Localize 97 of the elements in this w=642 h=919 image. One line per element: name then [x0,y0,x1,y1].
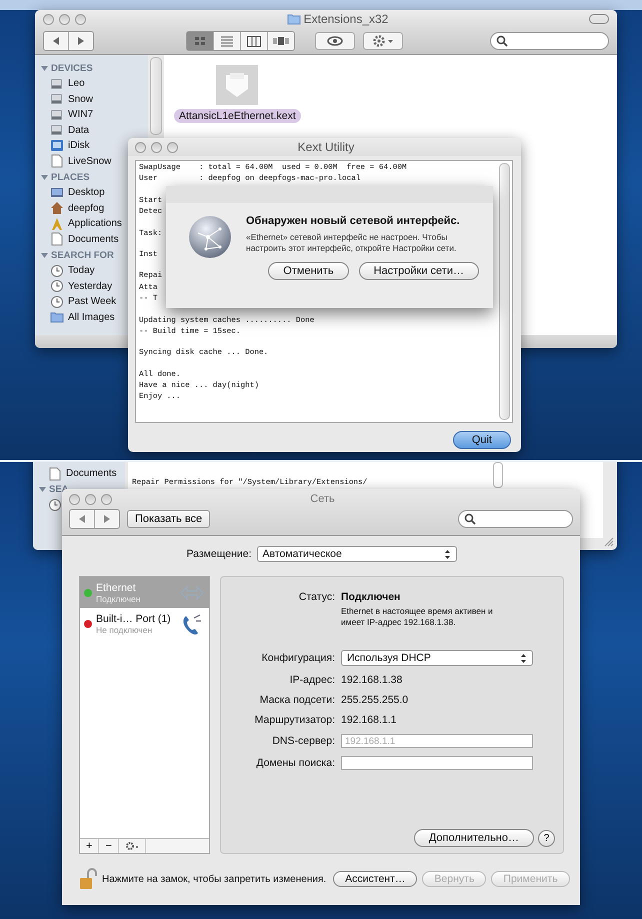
search-field[interactable] [458,510,573,528]
field-value: 192.168.1.1 [341,714,398,726]
sidebar-item[interactable]: Documents [48,466,117,482]
sidebar-item[interactable]: Snow [50,92,94,107]
location-label: Размещение: [186,548,252,560]
status-value: Подключен [341,591,402,603]
sidebar-heading: PLACES [51,172,90,182]
field-label: DNS-сервер: [271,735,335,747]
house-icon [50,201,64,216]
search-field[interactable] [490,32,609,50]
file-name[interactable]: AttansicL1eEthernet.kext [174,109,301,123]
configuration-popup[interactable]: Используя DHCP [341,650,533,666]
sidebar-item[interactable]: WIN7 [50,107,93,122]
disclosure-triangle-icon[interactable] [41,252,48,258]
sidebar-item[interactable]: Desktop [50,185,105,200]
field-label: IP-адрес: [288,674,335,686]
minimize-button[interactable] [151,142,162,152]
clock-icon [50,264,64,278]
zoom-button[interactable] [75,14,86,24]
zoom-button[interactable] [101,494,112,504]
show-all-button[interactable]: Показать все [127,510,210,528]
quit-button[interactable]: Quit [452,431,511,449]
sidebar-item[interactable]: Yesterday [50,278,112,294]
close-button[interactable] [69,494,80,504]
service-item[interactable]: Built-i… Port (1) Не подключен [80,608,209,639]
list-button[interactable]: + [80,839,100,853]
window-title: Сеть [309,493,336,505]
clock-icon [50,294,64,309]
sidebar-heading: DEVICES [51,62,93,74]
sidebar-heading: SEARCH FOR [51,250,114,260]
padlock-icon[interactable] [79,868,97,890]
globe-icon [188,215,232,259]
disclosure-triangle-icon[interactable] [39,486,46,493]
gear-icon[interactable] [363,32,403,50]
alert-button[interactable]: Отменить [268,262,349,280]
disclosure-triangle-icon[interactable] [41,174,48,180]
field-label: Маршрутизатор: [254,714,335,726]
clock-icon [50,279,64,294]
field-value: 192.168.1.38 [341,674,404,686]
document-icon [48,466,62,481]
disclosure-triangle-icon[interactable] [41,64,48,72]
stepper-arrows-icon [444,548,451,560]
lock-note: Нажмите на замок, чтобы запретить изменения. [102,874,326,884]
field-value: 255.255.255.0 [341,694,410,706]
folder-icon [286,13,301,25]
toolbar-toggle-button[interactable] [589,14,609,24]
footer-button[interactable]: Ассистент… [333,871,418,887]
zoom-button[interactable] [167,142,178,152]
field-label: Конфигурация: [260,652,335,664]
service-name: Ethernet [96,582,137,594]
help-button[interactable]: ? [538,830,555,846]
sidebar-item[interactable]: Documents [50,232,119,247]
sidebar-item[interactable]: LiveSnow [50,154,112,169]
input-field[interactable] [341,756,533,770]
eye-icon[interactable] [315,32,355,50]
sidebar-item[interactable]: Data [50,122,90,138]
list-button[interactable]: − [99,839,119,853]
minimize-button[interactable] [85,494,96,504]
search-icon [464,513,476,525]
status-note: Ethernet в настоящее время активен и имеет IP-адрес 192.168.1.38. [341,606,494,628]
sidebar-item[interactable]: Applications [50,216,122,232]
window-title: Extensions_x32 [304,12,388,26]
alert-message: «Ethernet» сетевой интерфейс не настроен. Чтобы настроить этот интерфейс, откройте Настройки сети. [246,232,458,254]
window-title: Kext Utility [296,140,356,154]
scrollbar[interactable] [493,462,503,488]
sidebar-item[interactable]: iDisk [50,138,90,154]
location-popup[interactable]: Автоматическое [256,546,457,562]
field-label: Маска подсети: [258,694,335,706]
advanced-button[interactable]: Дополнительно… [414,829,534,847]
sidebar-item[interactable]: All Images [50,310,115,325]
service-status: Подключен [96,594,142,604]
kext-file-icon[interactable] [216,65,258,105]
clock-icon [48,498,62,512]
document-icon [50,154,64,168]
folder-icon [50,310,64,324]
alert-title: Обнаружен новый сетевой интерфейс. [246,215,461,227]
sidebar-item[interactable]: deepfog [50,200,104,216]
close-button[interactable] [43,14,54,24]
scrollbar[interactable] [499,163,510,420]
sidebar-item[interactable]: Past Week [50,294,116,310]
minimize-button[interactable] [59,14,70,24]
desktop-icon [50,186,64,200]
stepper-arrows-icon [520,652,527,664]
alert-button[interactable]: Настройки сети… [358,262,479,280]
input-field[interactable]: 192.168.1.1 [341,734,533,748]
sidebar-item[interactable]: Today [50,263,95,278]
field-label: Домены поиска: [255,757,335,769]
gear-icon [124,841,139,851]
sidebar-item[interactable]: Leo [50,76,85,92]
resize-grip-icon[interactable] [604,537,614,547]
scrollbar[interactable] [150,57,162,135]
close-button[interactable] [135,142,146,152]
field-label: Статус: [298,591,335,603]
search-icon [496,35,508,47]
service-name: Built-i… Port (1) [96,612,172,624]
service-status: Не подключен [96,624,154,634]
document-icon [50,232,64,246]
